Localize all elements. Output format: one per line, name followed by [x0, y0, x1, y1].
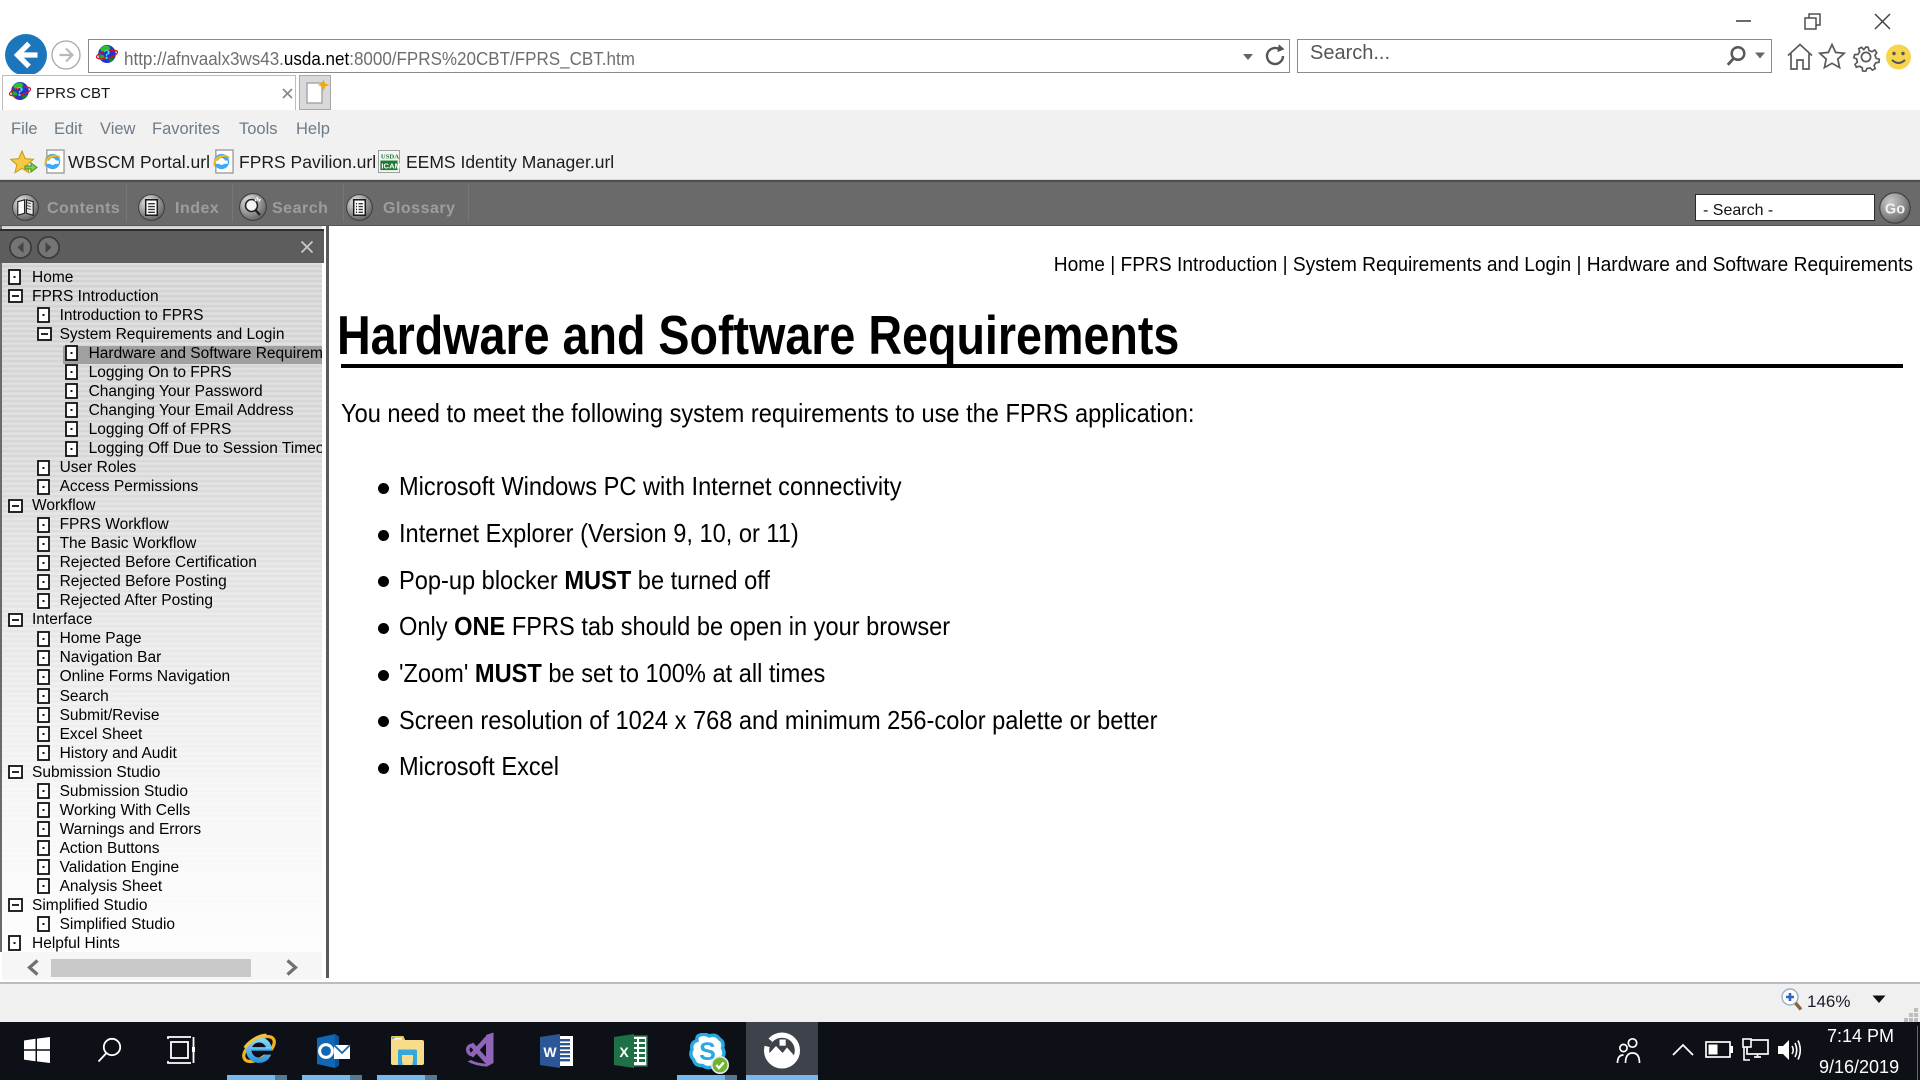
svg-text:ICAM: ICAM — [381, 162, 400, 171]
svg-text:USDA: USDA — [381, 154, 399, 161]
svg-text:Go: Go — [1885, 202, 1905, 218]
svg-text:W: W — [543, 1044, 557, 1060]
svg-text:?: ? — [17, 85, 24, 100]
svg-text:?: ? — [104, 48, 111, 63]
svg-text:X: X — [619, 1044, 629, 1060]
